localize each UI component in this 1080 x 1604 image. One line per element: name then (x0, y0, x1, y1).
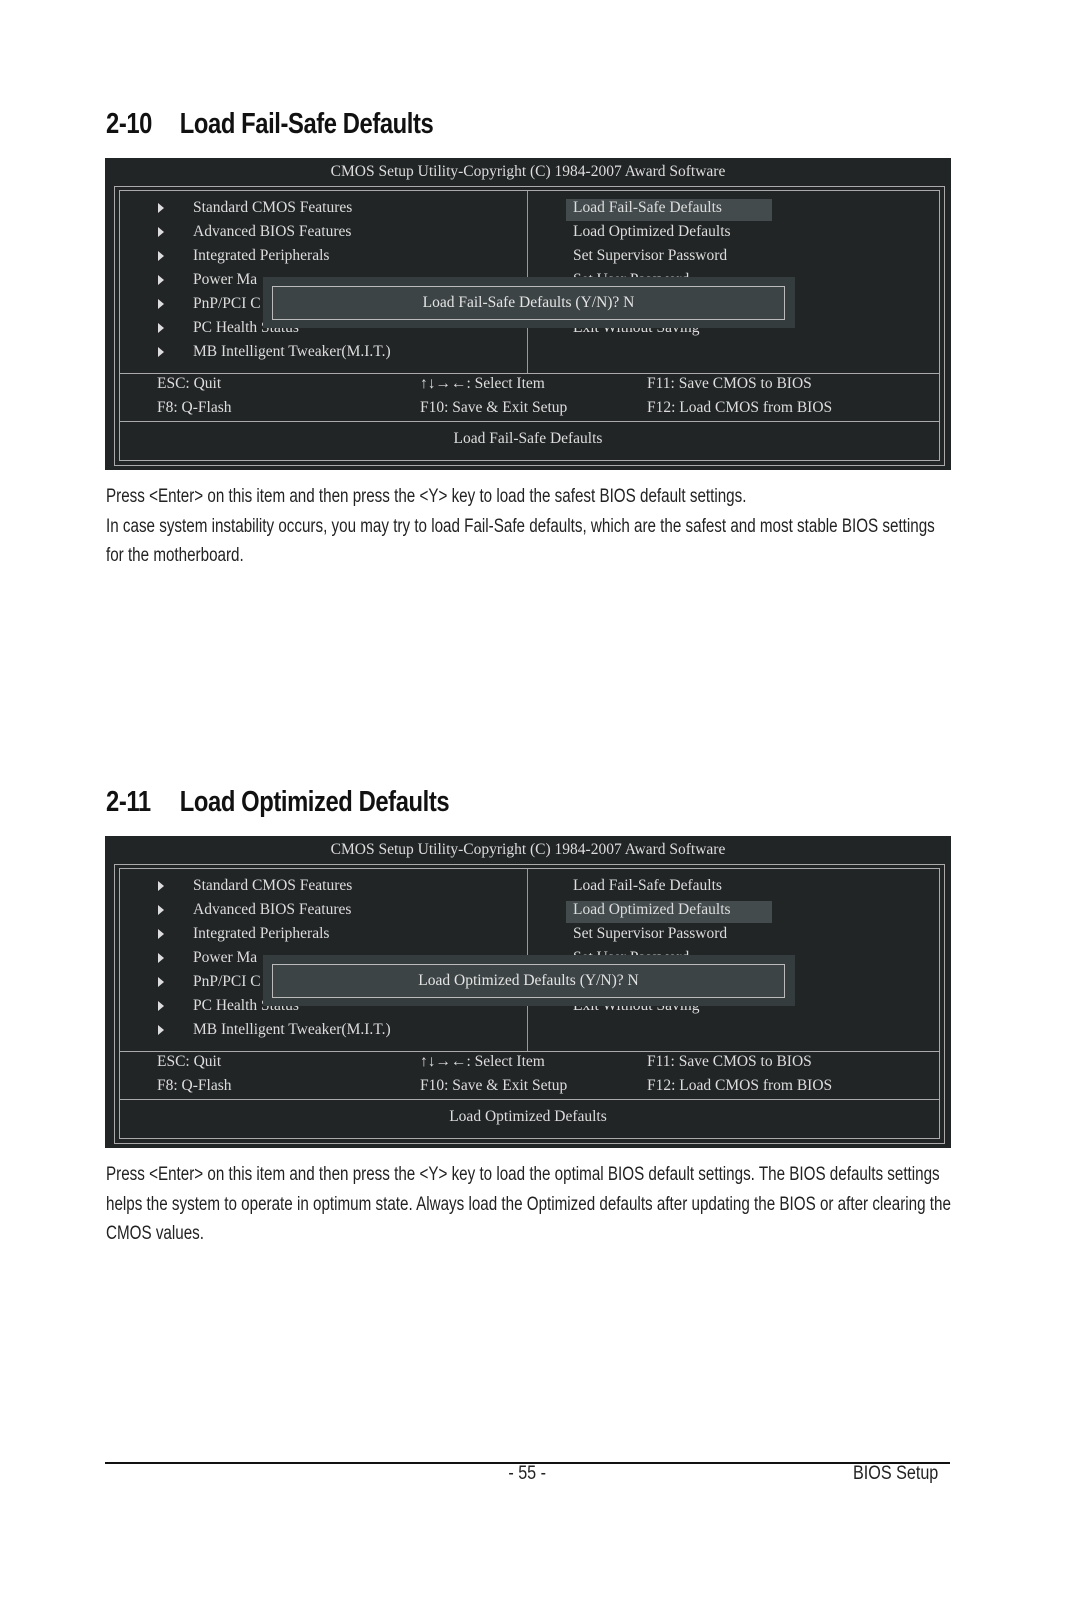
body-paragraph: Press <Enter> on this item and then pres… (106, 486, 747, 507)
section-title: Load Optimized Defaults (179, 786, 450, 818)
section-number: 2-10 (106, 108, 152, 140)
body-paragraph: Press <Enter> on this item and then pres… (106, 1164, 951, 1244)
menu-item-right[interactable]: Set Supervisor Password (573, 925, 727, 943)
section-heading: 2-10 Load Fail-Safe Defaults (106, 108, 434, 141)
bios-header: CMOS Setup Utility-Copyright (C) 1984-20… (330, 841, 726, 858)
menu-item-left[interactable]: Power Ma (193, 271, 257, 289)
key-f8: F8: Q-Flash (157, 1077, 232, 1094)
menu-item-left[interactable]: Standard CMOS Features (193, 877, 352, 895)
key-f12: F12: Load CMOS from BIOS (647, 1077, 833, 1094)
manual-page: - 55 - BIOS Setup 2-10 Load Fail-Safe Def… (0, 0, 1080, 1604)
key-f11: F11: Save CMOS to BIOS (647, 375, 812, 392)
key-f10: F10: Save & Exit Setup (420, 399, 568, 416)
submenu-arrow-icon (158, 299, 164, 309)
submenu-arrow-icon (158, 251, 164, 261)
menu-item-left[interactable]: Standard CMOS Features (193, 199, 352, 217)
menu-item-left[interactable]: MB Intelligent Tweaker(M.I.T.) (193, 343, 391, 361)
menu-item-left[interactable]: Power Ma (193, 949, 257, 967)
menu-item-left[interactable]: Integrated Peripherals (193, 247, 329, 265)
key-select: ↑↓→←: Select Item (420, 375, 545, 392)
submenu-arrow-icon (158, 1001, 164, 1011)
menu-item-left[interactable]: PnP/PCI C (193, 295, 261, 313)
status-divider (120, 421, 939, 422)
dialog-prompt[interactable]: Load Optimized Defaults (Y/N)? N (272, 964, 785, 998)
submenu-arrow-icon (158, 1025, 164, 1035)
submenu-arrow-icon (158, 227, 164, 237)
key-f8: F8: Q-Flash (157, 399, 232, 416)
key-f12: F12: Load CMOS from BIOS (647, 399, 833, 416)
body-paragraph: In case system instability occurs, you m… (106, 515, 935, 567)
menu-item-left[interactable]: Integrated Peripherals (193, 925, 329, 943)
menu-item-right[interactable]: Load Optimized Defaults (573, 223, 731, 241)
section-title: Load Fail-Safe Defaults (179, 108, 434, 140)
menu-item-left[interactable]: PnP/PCI C (193, 973, 261, 991)
key-esc: ESC: Quit (157, 375, 222, 392)
bios-status: Load Fail-Safe Defaults (453, 430, 603, 447)
key-f11: F11: Save CMOS to BIOS (647, 1053, 812, 1070)
submenu-arrow-icon (158, 203, 164, 213)
key-f10: F10: Save & Exit Setup (420, 1077, 568, 1094)
menu-item-right[interactable]: Load Optimized Defaults (573, 901, 731, 919)
menu-item-right[interactable]: Load Fail-Safe Defaults (573, 877, 722, 895)
menu-item-left[interactable]: MB Intelligent Tweaker(M.I.T.) (193, 1021, 391, 1039)
menu-item-left[interactable]: Advanced BIOS Features (193, 901, 351, 919)
key-select: ↑↓→←: Select Item (420, 1053, 545, 1070)
menu-item-left[interactable]: Advanced BIOS Features (193, 223, 351, 241)
section-number: 2-11 (106, 786, 151, 818)
submenu-arrow-icon (158, 905, 164, 915)
status-divider (120, 1099, 939, 1100)
key-divider (120, 373, 939, 374)
submenu-arrow-icon (158, 929, 164, 939)
submenu-arrow-icon (158, 275, 164, 285)
menu-item-right[interactable]: Load Fail-Safe Defaults (573, 199, 722, 217)
key-divider (120, 1051, 939, 1052)
bios-status: Load Optimized Defaults (449, 1108, 607, 1125)
key-esc: ESC: Quit (157, 1053, 222, 1070)
submenu-arrow-icon (158, 323, 164, 333)
bios-screenshot: CMOS Setup Utility-Copyright (C) 1984-20… (105, 836, 951, 1148)
bios-header: CMOS Setup Utility-Copyright (C) 1984-20… (330, 163, 726, 180)
dialog-prompt[interactable]: Load Fail-Safe Defaults (Y/N)? N (272, 286, 785, 320)
submenu-arrow-icon (158, 347, 164, 357)
bios-screenshot: CMOS Setup Utility-Copyright (C) 1984-20… (105, 158, 951, 470)
menu-item-right[interactable]: Set Supervisor Password (573, 247, 727, 265)
confirm-dialog: Load Optimized Defaults (Y/N)? N (263, 955, 795, 1006)
page-number: - 55 - (508, 1463, 547, 1484)
submenu-arrow-icon (158, 953, 164, 963)
section-heading: 2-11 Load Optimized Defaults (106, 786, 450, 819)
submenu-arrow-icon (158, 881, 164, 891)
submenu-arrow-icon (158, 977, 164, 987)
confirm-dialog: Load Fail-Safe Defaults (Y/N)? N (263, 277, 795, 328)
footer-section: BIOS Setup (853, 1463, 939, 1484)
